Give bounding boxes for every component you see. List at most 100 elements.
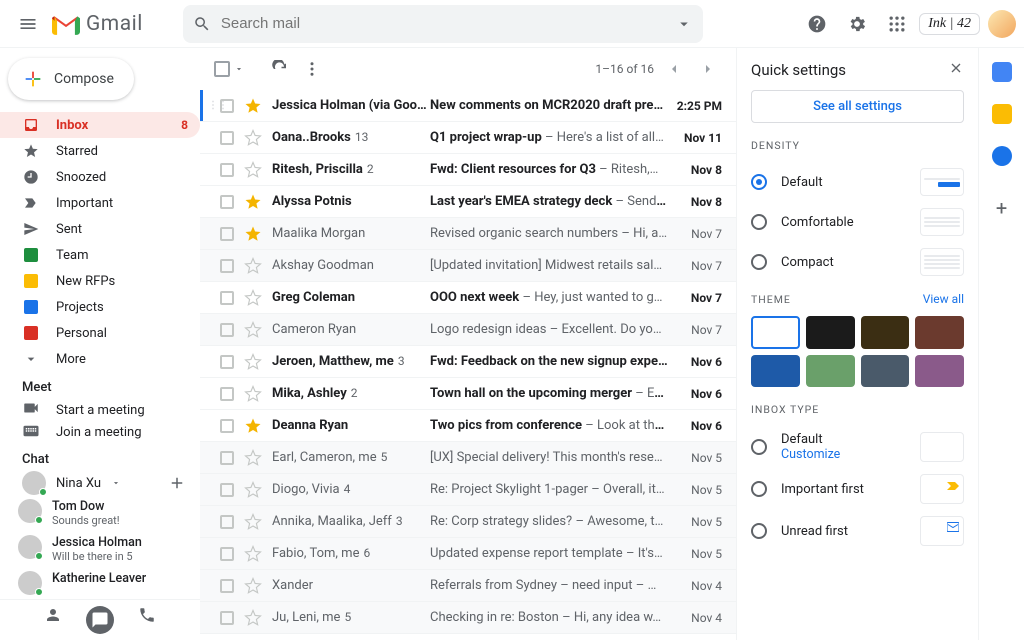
star-toggle[interactable] — [244, 609, 262, 627]
keep-addon[interactable] — [992, 104, 1012, 124]
thread-row[interactable]: ⋮⋮ Diogo, Vivia4 Re: Project Skylight 1-… — [200, 474, 736, 506]
star-toggle[interactable] — [244, 161, 262, 179]
row-checkbox[interactable] — [220, 515, 234, 529]
account-avatar[interactable] — [988, 10, 1016, 38]
theme-tile[interactable] — [915, 316, 964, 349]
chat-thread[interactable]: Tom DowSounds great! — [0, 495, 200, 531]
thread-row[interactable]: ⋮⋮ Oana..Brooks13 Q1 project wrap-up – H… — [200, 122, 736, 154]
row-checkbox[interactable] — [220, 451, 234, 465]
thread-row[interactable]: ⋮⋮ Ju, Leni, me5 Checking in re: Boston … — [200, 602, 736, 634]
thread-row[interactable]: ⋮⋮ Ritesh, Priscilla2 Fwd: Client resour… — [200, 154, 736, 186]
join-meeting-button[interactable]: Join a meeting — [0, 422, 200, 445]
row-checkbox[interactable] — [220, 259, 234, 273]
star-toggle[interactable] — [244, 385, 262, 403]
tasks-addon[interactable] — [992, 146, 1012, 166]
star-toggle[interactable] — [244, 225, 262, 243]
nav-more[interactable]: More — [0, 346, 200, 372]
theme-tile[interactable] — [806, 355, 855, 388]
see-all-settings-button[interactable]: See all settings — [751, 90, 964, 123]
nav-team[interactable]: Team — [0, 242, 200, 268]
new-chat-icon[interactable] — [168, 474, 186, 492]
thread-row[interactable]: ⋮⋮ Annika, Maalika, Jeff3 Re: Corp strat… — [200, 506, 736, 538]
search-input[interactable] — [221, 15, 675, 32]
star-toggle[interactable] — [244, 353, 262, 371]
row-checkbox[interactable] — [220, 163, 234, 177]
star-toggle[interactable] — [244, 289, 262, 307]
inbox-type-option[interactable]: Unread first — [751, 510, 964, 552]
thread-row[interactable]: ⋮⋮ Xander Referrals from Sydney – need i… — [200, 570, 736, 602]
contacts-tab[interactable] — [44, 606, 62, 634]
nav-starred[interactable]: Starred — [0, 138, 200, 164]
inbox-type-option[interactable]: Important first — [751, 468, 964, 510]
nav-inbox[interactable]: Inbox8 — [0, 112, 200, 138]
inbox-customize-link[interactable]: Customize — [781, 447, 906, 462]
row-checkbox[interactable] — [220, 483, 234, 497]
star-toggle[interactable] — [244, 449, 262, 467]
gmail-logo[interactable]: Gmail — [52, 12, 143, 36]
row-checkbox[interactable] — [220, 419, 234, 433]
chat-thread[interactable]: Katherine Leaver — [0, 567, 200, 599]
theme-tile[interactable] — [861, 355, 910, 388]
nav-newrfps[interactable]: New RFPs — [0, 268, 200, 294]
theme-view-all-link[interactable]: View all — [923, 292, 964, 306]
thread-row[interactable]: ⋮⋮ Maalika Morgan Revised organic search… — [200, 218, 736, 250]
thread-row[interactable]: ⋮⋮ Greg Coleman OOO next week – Hey, jus… — [200, 282, 736, 314]
thread-row[interactable]: ⋮⋮ Mika, Ashley2 Town hall on the upcomi… — [200, 378, 736, 410]
row-checkbox[interactable] — [220, 227, 234, 241]
row-checkbox[interactable] — [220, 291, 234, 305]
thread-row[interactable]: ⋮⋮ Cameron Ryan Logo redesign ideas – Ex… — [200, 314, 736, 346]
theme-tile[interactable] — [806, 316, 855, 349]
density-option-comfortable[interactable]: Comfortable — [751, 202, 964, 242]
thread-row[interactable]: ⋮⋮ Jessica Holman (via Goog… New comment… — [200, 90, 736, 122]
theme-tile[interactable] — [861, 316, 910, 349]
more-button[interactable] — [296, 53, 328, 85]
chat-thread[interactable]: Jessica HolmanWill be there in 5 — [0, 531, 200, 567]
chat-self-row[interactable]: Nina Xu — [0, 471, 200, 495]
star-toggle[interactable] — [244, 129, 262, 147]
star-toggle[interactable] — [244, 97, 262, 115]
row-checkbox[interactable] — [220, 547, 234, 561]
start-meeting-button[interactable]: Start a meeting — [0, 399, 200, 422]
select-all-checkbox[interactable] — [214, 61, 230, 77]
row-checkbox[interactable] — [220, 131, 234, 145]
density-option-default[interactable]: Default — [751, 162, 964, 202]
star-toggle[interactable] — [244, 545, 262, 563]
theme-tile[interactable] — [751, 355, 800, 388]
nav-important[interactable]: Important — [0, 190, 200, 216]
row-checkbox[interactable] — [220, 611, 234, 625]
phone-tab[interactable] — [138, 606, 156, 634]
support-button[interactable] — [799, 6, 835, 42]
next-page-button[interactable] — [694, 55, 722, 83]
calendar-addon[interactable] — [992, 62, 1012, 82]
thread-row[interactable]: ⋮⋮ Earl, Cameron, me5 [UX] Special deliv… — [200, 442, 736, 474]
main-menu-button[interactable] — [8, 4, 48, 44]
density-option-compact[interactable]: Compact — [751, 242, 964, 282]
select-dropdown-icon[interactable] — [234, 64, 244, 74]
star-toggle[interactable] — [244, 321, 262, 339]
star-toggle[interactable] — [244, 417, 262, 435]
star-toggle[interactable] — [244, 257, 262, 275]
star-toggle[interactable] — [244, 481, 262, 499]
thread-row[interactable]: ⋮⋮ Fabio, Tom, me6 Updated expense repor… — [200, 538, 736, 570]
get-addons-button[interactable]: + — [996, 196, 1007, 220]
row-checkbox[interactable] — [220, 355, 234, 369]
apps-button[interactable] — [879, 6, 915, 42]
inbox-type-option[interactable]: DefaultCustomize — [751, 426, 964, 468]
thread-row[interactable]: ⋮⋮ Deanna Ryan Two pics from conference … — [200, 410, 736, 442]
nav-sent[interactable]: Sent — [0, 216, 200, 242]
settings-button[interactable] — [839, 6, 875, 42]
nav-personal[interactable]: Personal — [0, 320, 200, 346]
nav-snoozed[interactable]: Snoozed — [0, 164, 200, 190]
prev-page-button[interactable] — [660, 55, 688, 83]
row-checkbox[interactable] — [220, 323, 234, 337]
thread-row[interactable]: ⋮⋮ Akshay Goodman [Updated invitation] M… — [200, 250, 736, 282]
row-checkbox[interactable] — [220, 579, 234, 593]
row-checkbox[interactable] — [220, 195, 234, 209]
row-checkbox[interactable] — [220, 99, 234, 113]
thread-row[interactable]: ⋮⋮ Jeroen, Matthew, me3 Fwd: Feedback on… — [200, 346, 736, 378]
search-options-icon[interactable] — [675, 15, 693, 33]
search-bar[interactable] — [183, 5, 703, 43]
star-toggle[interactable] — [244, 577, 262, 595]
chat-tab[interactable] — [86, 606, 114, 634]
star-toggle[interactable] — [244, 193, 262, 211]
